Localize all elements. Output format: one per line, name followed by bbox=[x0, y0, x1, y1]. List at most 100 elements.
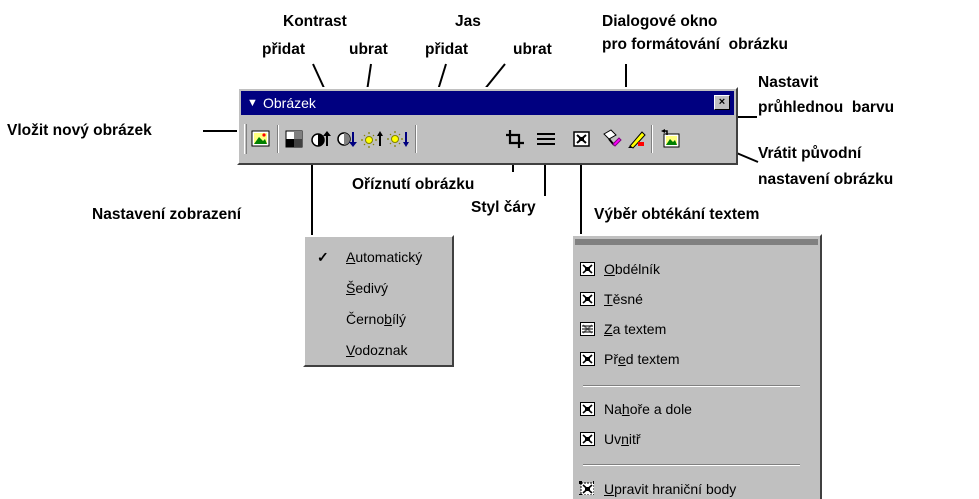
wrap-menu-item-uvnitr[interactable]: Uvnitř bbox=[604, 431, 641, 447]
crop-icon bbox=[506, 130, 524, 148]
menu-item-text: Uv bbox=[604, 431, 622, 447]
reset-picture-button[interactable] bbox=[659, 127, 681, 151]
image-control-menu: ✓ Automatický Šedivý Černobílý Vodoznak bbox=[303, 235, 454, 367]
text-wrapping-button[interactable] bbox=[571, 127, 593, 151]
more-brightness-button[interactable] bbox=[361, 127, 383, 151]
menu-item-vodoznak[interactable]: Vodoznak bbox=[346, 342, 408, 358]
image-control-icon bbox=[285, 130, 303, 148]
callout-lines bbox=[203, 63, 759, 240]
menu-item-automaticky[interactable]: Automatický bbox=[346, 249, 422, 265]
wrap-menu-item-pred-textem[interactable]: Před textem bbox=[604, 351, 680, 367]
menu-separator bbox=[583, 464, 800, 466]
menu-item-text: d textem bbox=[625, 351, 680, 367]
label-styl-cary: Styl čáry bbox=[471, 199, 536, 216]
image-control-button[interactable] bbox=[283, 127, 305, 151]
label-vlozit: Vložit nový obrázek bbox=[7, 122, 152, 139]
label-nastavit-line1: Nastavit bbox=[758, 74, 819, 91]
label-jas-ubrat: ubrat bbox=[513, 41, 552, 58]
label-vratit-line1: Vrátit původní bbox=[758, 145, 862, 162]
picture-toolbar[interactable]: ▼ Obrázek × bbox=[237, 87, 738, 165]
label-jas-pridat: přidat bbox=[425, 41, 469, 58]
menu-item-hotkey: T bbox=[604, 291, 613, 307]
text-wrapping-icon bbox=[573, 131, 590, 147]
label-kontrast: Kontrast bbox=[283, 13, 347, 30]
menu-item-hotkey: A bbox=[346, 249, 356, 265]
menu-item-text: odoznak bbox=[354, 342, 408, 358]
more-brightness-icon bbox=[361, 131, 383, 148]
menu-item-hotkey: U bbox=[604, 481, 615, 497]
menu-separator bbox=[583, 385, 800, 387]
label-oriznuti: Oříznutí obrázku bbox=[352, 176, 475, 193]
insert-picture-button[interactable] bbox=[250, 127, 272, 151]
wrap-through-icon bbox=[580, 432, 595, 446]
toolbar-separator bbox=[415, 125, 417, 153]
less-brightness-icon bbox=[387, 131, 409, 147]
menu-item-hotkey: O bbox=[604, 261, 615, 277]
toolbar-title-bar[interactable]: ▼ Obrázek × bbox=[241, 91, 734, 115]
menu-item-text: Na bbox=[604, 401, 622, 417]
crop-button[interactable] bbox=[504, 127, 526, 151]
menu-drag-bar[interactable] bbox=[575, 239, 818, 245]
menu-item-text: bdélník bbox=[614, 261, 661, 277]
label-nastaveni-zobrazeni: Nastavení zobrazení bbox=[92, 206, 242, 223]
label-jas: Jas bbox=[455, 13, 481, 30]
menu-item-hotkey: h bbox=[621, 401, 630, 417]
menu-item-hotkey: b bbox=[384, 311, 392, 327]
menu-item-hotkey: Š bbox=[346, 280, 356, 296]
label-dialog-line2: pro formátování obrázku bbox=[602, 36, 789, 53]
menu-item-text: itř bbox=[628, 431, 641, 447]
toolbar-title: Obrázek bbox=[263, 95, 316, 111]
wrap-in-front-icon bbox=[580, 352, 595, 366]
insert-picture-icon bbox=[251, 130, 270, 147]
wrap-top-bottom-icon bbox=[580, 402, 595, 416]
menu-item-text: a textem bbox=[612, 321, 667, 337]
less-contrast-icon bbox=[337, 132, 357, 147]
menu-item-cernobily[interactable]: Černobílý bbox=[346, 311, 406, 327]
label-dialog-line1: Dialogové okno bbox=[602, 13, 718, 30]
more-contrast-button[interactable] bbox=[309, 127, 331, 151]
menu-item-text: ěsné bbox=[612, 291, 643, 307]
format-picture-icon bbox=[603, 129, 622, 147]
menu-item-hotkey: Z bbox=[604, 321, 613, 337]
less-brightness-button[interactable] bbox=[387, 127, 409, 151]
line-style-icon bbox=[537, 133, 555, 145]
menu-check-icon: ✓ bbox=[317, 249, 329, 265]
wrap-menu-item-tesne[interactable]: Těsné bbox=[604, 291, 643, 307]
menu-item-text: pravit hraniční body bbox=[614, 481, 737, 497]
menu-item-sedivy[interactable]: Šedivý bbox=[346, 280, 388, 296]
reset-picture-icon bbox=[661, 129, 680, 148]
wrap-tight-icon bbox=[580, 292, 595, 306]
line-style-button[interactable] bbox=[535, 127, 557, 151]
menu-item-hotkey: n bbox=[621, 431, 629, 447]
menu-item-text: Černo bbox=[346, 311, 385, 327]
set-transparent-color-button[interactable] bbox=[625, 127, 647, 151]
menu-item-hotkey: V bbox=[346, 342, 355, 358]
label-kontrast-pridat: přidat bbox=[262, 41, 306, 58]
wrap-menu-item-upravit-body[interactable]: Upravit hraniční body bbox=[604, 481, 736, 497]
menu-item-text: oře a dole bbox=[629, 401, 692, 417]
wrap-menu-item-nahore-a-dole[interactable]: Nahoře a dole bbox=[604, 401, 692, 417]
toolbar-separator bbox=[651, 125, 653, 153]
wrap-menu-item-obdelnik[interactable]: Obdélník bbox=[604, 261, 660, 277]
edit-wrap-points-icon bbox=[579, 481, 594, 495]
toolbar-menu-arrow-icon[interactable]: ▼ bbox=[247, 91, 258, 115]
menu-item-hotkey: e bbox=[618, 351, 626, 367]
toolbar-grip[interactable] bbox=[244, 124, 247, 154]
more-contrast-icon bbox=[311, 131, 331, 147]
menu-item-text: edivý bbox=[355, 280, 389, 296]
set-transparent-color-icon bbox=[628, 131, 646, 149]
format-picture-button[interactable] bbox=[601, 127, 623, 151]
wrap-behind-text-icon bbox=[580, 322, 595, 336]
label-nastavit-line2: průhlednou barvu bbox=[758, 99, 895, 116]
text-wrapping-menu: Obdélník Těsné Za textem Před textem Nah… bbox=[571, 234, 822, 499]
menu-item-text: Př bbox=[604, 351, 618, 367]
menu-item-text: utomatický bbox=[355, 249, 423, 265]
label-vyber-obtekani: Výběr obtékání textem bbox=[594, 206, 760, 223]
wrap-menu-item-za-textem[interactable]: Za textem bbox=[604, 321, 666, 337]
close-button[interactable]: × bbox=[714, 95, 730, 110]
label-kontrast-ubrat: ubrat bbox=[349, 41, 388, 58]
less-contrast-button[interactable] bbox=[335, 127, 357, 151]
label-vratit-line2: nastavení obrázku bbox=[758, 171, 894, 188]
menu-item-text: ílý bbox=[391, 311, 406, 327]
toolbar-separator bbox=[277, 125, 279, 153]
